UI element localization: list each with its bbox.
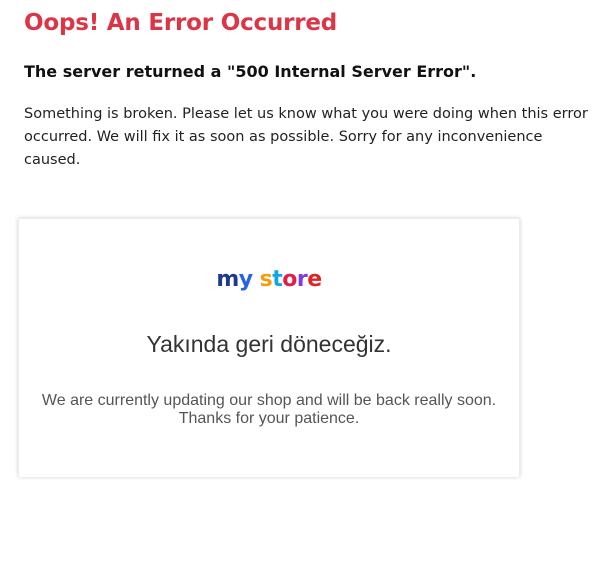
maintenance-message-line1: We are currently updating our shop and w… <box>41 392 497 409</box>
maintenance-card: my store Yakında geri döneceğiz. We are c… <box>18 218 520 477</box>
logo-letter: y <box>238 267 253 292</box>
maintenance-message: We are currently updating our shop and w… <box>19 392 519 428</box>
logo-letter: e <box>307 267 322 292</box>
store-logo: my store <box>19 265 519 295</box>
maintenance-message-line2: Thanks for your patience. <box>178 410 360 427</box>
logo-letter: m <box>216 267 239 292</box>
error-subtitle: The server returned a "500 Internal Serv… <box>24 62 477 81</box>
logo-letter: s <box>259 267 273 292</box>
logo-letter: o <box>282 267 297 292</box>
error-title: Oops! An Error Occurred <box>24 10 338 36</box>
logo-letter: r <box>296 267 308 292</box>
maintenance-heading: Yakında geri döneceğiz. <box>146 331 392 357</box>
logo-letter: t <box>272 267 283 292</box>
error-message: Something is broken. Please let us know … <box>24 106 588 168</box>
